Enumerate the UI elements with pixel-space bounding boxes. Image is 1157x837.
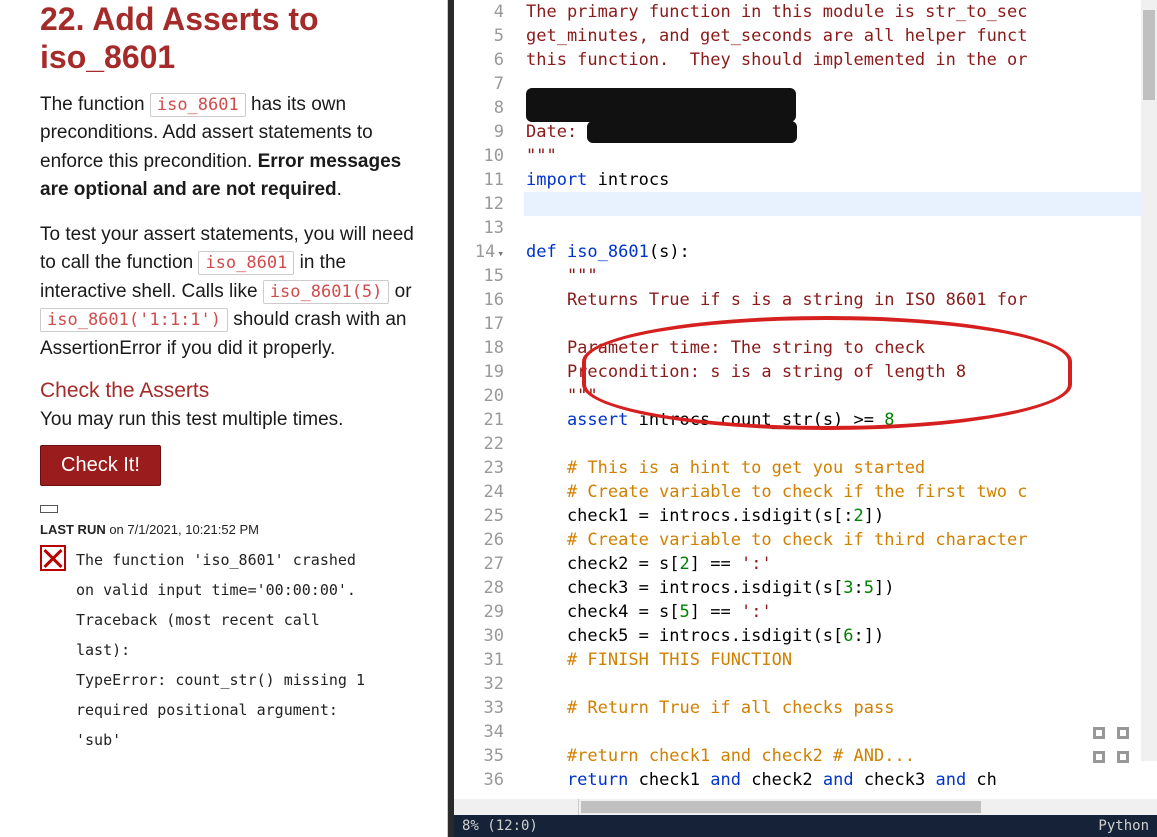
code-line[interactable]: # FINISH THIS FUNCTION	[524, 648, 1157, 672]
code-line[interactable]: The primary function in this module is s…	[524, 0, 1157, 24]
code-line[interactable]	[524, 96, 1157, 120]
code-line[interactable]: """	[524, 144, 1157, 168]
run-info: You may run this test multiple times.	[40, 409, 419, 431]
code-line[interactable]	[524, 312, 1157, 336]
code-line[interactable]: Parameter time: The string to check	[524, 336, 1157, 360]
vertical-scrollbar[interactable]	[1141, 0, 1157, 761]
code-line[interactable]: import introcs	[524, 168, 1157, 192]
code-line[interactable]: # Create variable to check if the first …	[524, 480, 1157, 504]
code-line[interactable]: # Create variable to check if third char…	[524, 528, 1157, 552]
text: The function	[40, 94, 150, 115]
text: or	[389, 281, 411, 302]
code-inline: iso_8601	[150, 93, 246, 117]
code-line[interactable]	[524, 192, 1157, 216]
line-number: 25	[454, 504, 504, 528]
paragraph-1: The function iso_8601 has its own precon…	[40, 91, 419, 205]
line-number: 33	[454, 696, 504, 720]
scrollbar-thumb[interactable]	[1143, 10, 1155, 100]
code-inline: iso_8601(5)	[263, 280, 390, 304]
code-line[interactable]: Returns True if s is a string in ISO 860…	[524, 288, 1157, 312]
line-number: 4	[454, 0, 504, 24]
line-number: 35	[454, 744, 504, 768]
last-run-label: LAST RUN	[40, 522, 106, 537]
page-title: 22. Add Asserts to iso_8601	[40, 0, 419, 77]
instructions-panel[interactable]: 22. Add Asserts to iso_8601 The function…	[0, 0, 448, 837]
code-line[interactable]: get_minutes, and get_seconds are all hel…	[524, 24, 1157, 48]
line-number: 13	[454, 216, 504, 240]
line-number: 14	[454, 240, 504, 264]
line-number: 34	[454, 720, 504, 744]
line-number: 28	[454, 576, 504, 600]
line-number: 26	[454, 528, 504, 552]
line-number: 32	[454, 672, 504, 696]
last-run-info: LAST RUN on 7/1/2021, 10:21:52 PM	[40, 522, 419, 537]
code-area[interactable]: The primary function in this module is s…	[524, 0, 1157, 799]
code-line[interactable]: """	[524, 384, 1157, 408]
code-line[interactable]: Date:	[524, 120, 1157, 144]
code-line[interactable]: # This is a hint to get you started	[524, 456, 1157, 480]
code-line[interactable]: Precondition: s is a string of length 8	[524, 360, 1157, 384]
cursor-position: 8% (12:0)	[462, 818, 538, 834]
line-number: 27	[454, 552, 504, 576]
line-number: 18	[454, 336, 504, 360]
fullscreen-icon[interactable]	[1093, 727, 1129, 763]
line-number: 10	[454, 144, 504, 168]
line-number: 9	[454, 120, 504, 144]
editor-panel: 4567891011121314151617181920212223242526…	[454, 0, 1157, 837]
code-line[interactable]	[524, 720, 1157, 744]
last-run-time: on 7/1/2021, 10:21:52 PM	[106, 522, 259, 537]
code-line[interactable]: check2 = s[2] == ':'	[524, 552, 1157, 576]
code-line[interactable]: return check1 and check2 and check3 and …	[524, 768, 1157, 792]
line-number: 36	[454, 768, 504, 792]
error-icon	[40, 545, 66, 571]
line-number: 24	[454, 480, 504, 504]
error-message: The function 'iso_8601' crashed on valid…	[76, 545, 365, 755]
error-output: The function 'iso_8601' crashed on valid…	[40, 545, 419, 755]
code-line[interactable]: assert introcs.count_str(s) >= 8	[524, 408, 1157, 432]
line-number: 21	[454, 408, 504, 432]
line-number: 19	[454, 360, 504, 384]
paragraph-2: To test your assert statements, you will…	[40, 221, 419, 364]
code-line[interactable]: """	[524, 264, 1157, 288]
line-number: 8	[454, 96, 504, 120]
line-number: 22	[454, 432, 504, 456]
line-number: 11	[454, 168, 504, 192]
line-number: 6	[454, 48, 504, 72]
line-number: 17	[454, 312, 504, 336]
scrollbar-thumb[interactable]	[581, 801, 981, 813]
code-inline: iso_8601	[198, 251, 294, 275]
line-number: 16	[454, 288, 504, 312]
code-line[interactable]: def iso_8601(s):	[524, 240, 1157, 264]
instructions-content: The function iso_8601 has its own precon…	[40, 91, 419, 364]
check-button[interactable]: Check It!	[40, 445, 161, 486]
check-subheading: Check the Asserts	[40, 379, 419, 403]
code-line[interactable]: check5 = introcs.isdigit(s[6:])	[524, 624, 1157, 648]
code-line[interactable]: check4 = s[5] == ':'	[524, 600, 1157, 624]
code-line[interactable]: # Return True if all checks pass	[524, 696, 1157, 720]
line-number: 7	[454, 72, 504, 96]
line-number: 23	[454, 456, 504, 480]
status-bar: 8% (12:0) Python	[454, 815, 1157, 837]
horizontal-scrollbar[interactable]	[454, 799, 1157, 815]
code-line[interactable]: check3 = introcs.isdigit(s[3:5])	[524, 576, 1157, 600]
line-number: 20	[454, 384, 504, 408]
code-inline: iso_8601('1:1:1')	[40, 308, 228, 332]
line-number: 5	[454, 24, 504, 48]
code-line[interactable]	[524, 216, 1157, 240]
line-gutter: 4567891011121314151617181920212223242526…	[454, 0, 524, 799]
code-line[interactable]	[524, 432, 1157, 456]
line-number: 12	[454, 192, 504, 216]
code-line[interactable]: #return check1 and check2 # AND...	[524, 744, 1157, 768]
editor-wrap: 4567891011121314151617181920212223242526…	[454, 0, 1157, 799]
line-number: 29	[454, 600, 504, 624]
line-number: 15	[454, 264, 504, 288]
code-line[interactable]: this function. They should implemented i…	[524, 48, 1157, 72]
text: .	[337, 179, 342, 200]
language-mode[interactable]: Python	[1098, 818, 1149, 834]
code-line[interactable]: check1 = introcs.isdigit(s[:2])	[524, 504, 1157, 528]
progress-icon	[40, 505, 58, 513]
code-line[interactable]	[524, 672, 1157, 696]
line-number: 30	[454, 624, 504, 648]
line-number: 31	[454, 648, 504, 672]
